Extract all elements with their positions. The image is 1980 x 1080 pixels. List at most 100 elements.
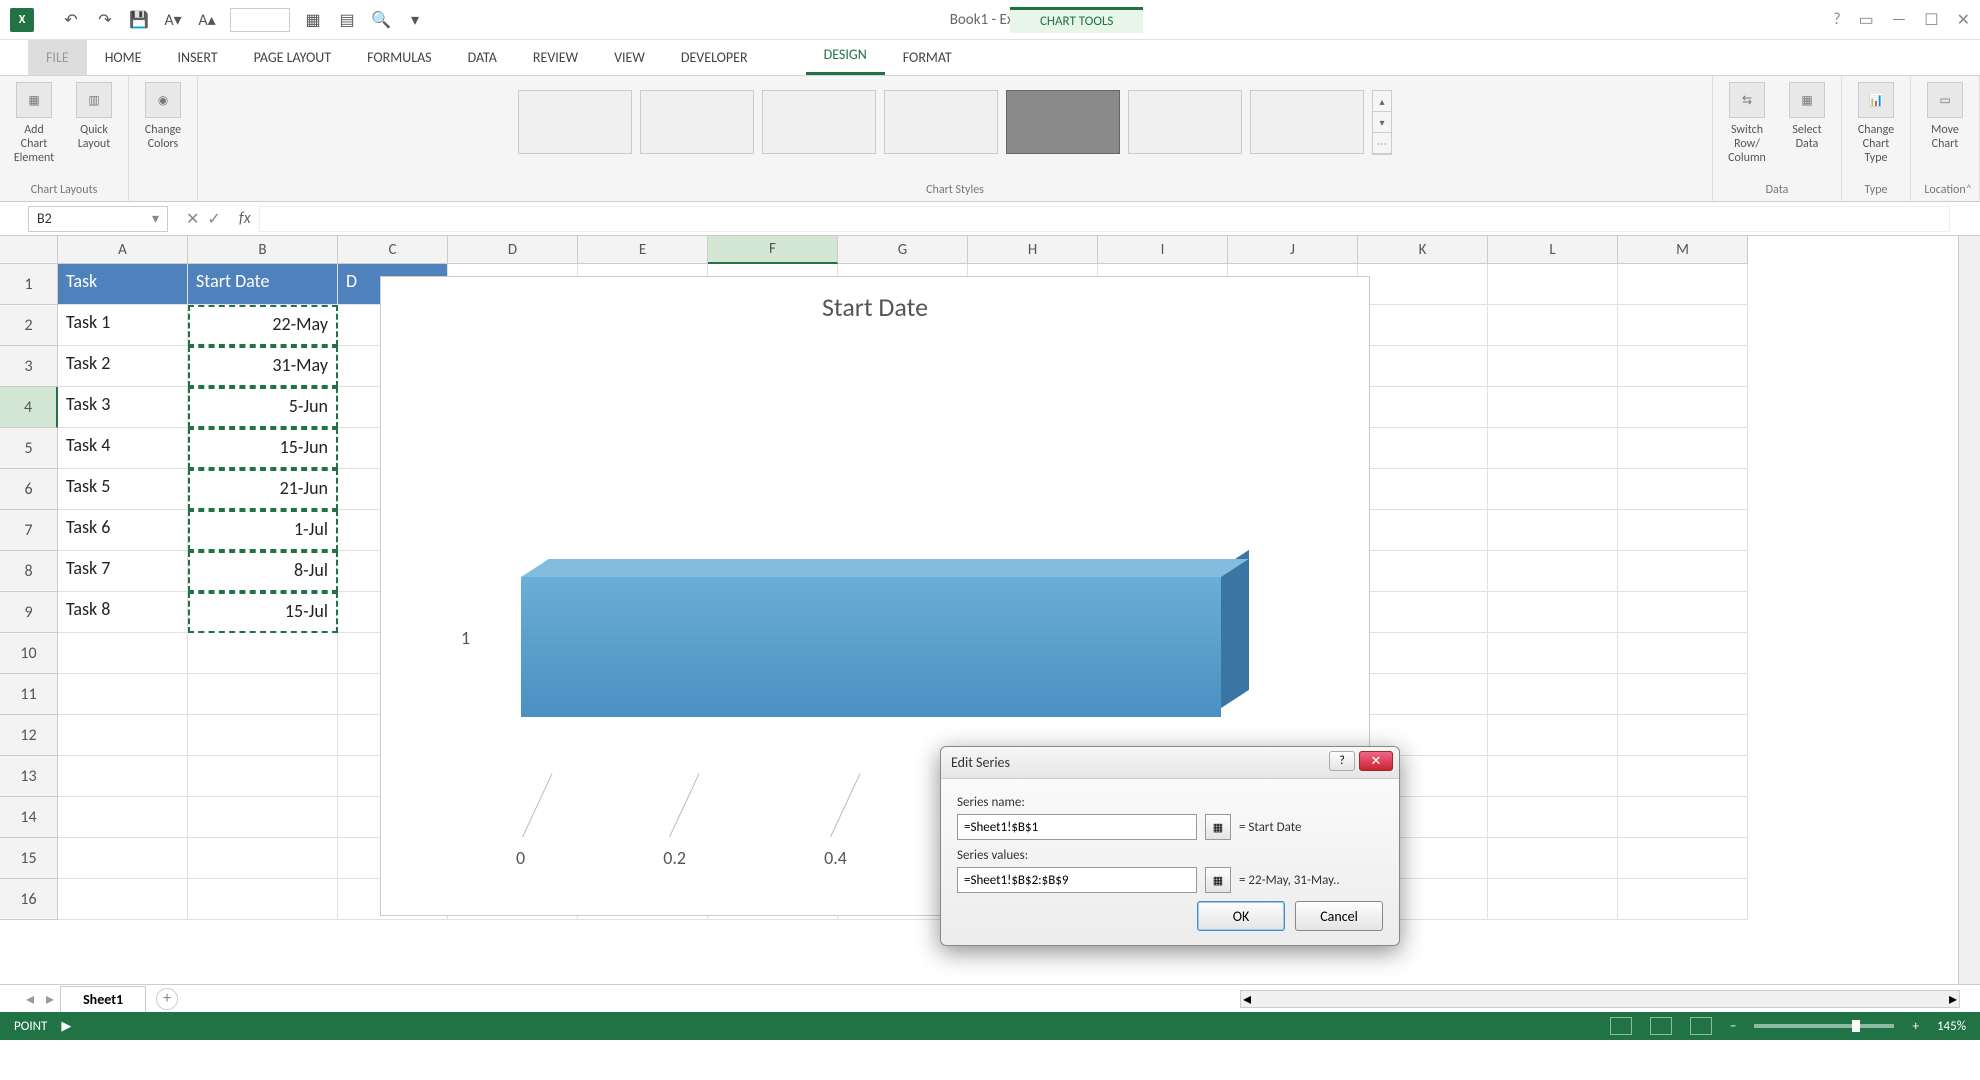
chart-style-thumb[interactable]: [884, 90, 998, 154]
cell[interactable]: [58, 797, 188, 838]
sheet-nav-next-icon[interactable]: ▸: [46, 989, 54, 1009]
cell[interactable]: [1358, 510, 1488, 551]
font-size-combo[interactable]: [230, 8, 290, 32]
row-header[interactable]: 11: [0, 674, 58, 715]
cell[interactable]: 1-Jul: [188, 510, 338, 551]
qat-icon[interactable]: 🔍: [367, 6, 395, 34]
cell[interactable]: [1618, 715, 1748, 756]
cell[interactable]: Task 2: [58, 346, 188, 387]
column-header[interactable]: L: [1488, 236, 1618, 264]
chevron-down-icon[interactable]: ▾: [152, 210, 159, 227]
cell[interactable]: [58, 633, 188, 674]
row-header[interactable]: 9: [0, 592, 58, 633]
dialog-titlebar[interactable]: Edit Series ? ✕: [941, 747, 1399, 779]
cell[interactable]: [1618, 756, 1748, 797]
cell[interactable]: [1618, 592, 1748, 633]
page-layout-view-icon[interactable]: [1650, 1017, 1672, 1035]
cell[interactable]: [1618, 428, 1748, 469]
cell[interactable]: [1488, 510, 1618, 551]
cell[interactable]: [1618, 633, 1748, 674]
cell[interactable]: [1488, 264, 1618, 305]
cell[interactable]: [188, 756, 338, 797]
cell[interactable]: [188, 838, 338, 879]
chart-style-thumb[interactable]: [1128, 90, 1242, 154]
qat-dropdown-icon[interactable]: ▾: [401, 6, 429, 34]
row-header[interactable]: 15: [0, 838, 58, 879]
tab-format[interactable]: FORMAT: [885, 40, 970, 75]
cell[interactable]: [1618, 797, 1748, 838]
font-decrease-button[interactable]: A▾: [159, 6, 187, 34]
cell[interactable]: [1358, 674, 1488, 715]
tab-review[interactable]: REVIEW: [515, 40, 596, 75]
qat-icon[interactable]: ▤: [333, 6, 361, 34]
cell[interactable]: Task 5: [58, 469, 188, 510]
cancel-formula-icon[interactable]: ✕: [186, 209, 199, 229]
redo-button[interactable]: ↷: [91, 6, 119, 34]
cell[interactable]: [1358, 469, 1488, 510]
cell[interactable]: 21-Jun: [188, 469, 338, 510]
cell[interactable]: [58, 674, 188, 715]
save-button[interactable]: 💾: [125, 6, 153, 34]
series-values-input[interactable]: [957, 867, 1197, 893]
cell[interactable]: [1618, 551, 1748, 592]
dialog-help-icon[interactable]: ?: [1329, 751, 1355, 771]
cell[interactable]: Task: [58, 264, 188, 305]
ribbon-options-icon[interactable]: ▭: [1859, 10, 1874, 30]
column-header[interactable]: C: [338, 236, 448, 264]
cell[interactable]: [1488, 674, 1618, 715]
chart-title[interactable]: Start Date: [381, 291, 1369, 323]
cell[interactable]: [1618, 346, 1748, 387]
column-header[interactable]: J: [1228, 236, 1358, 264]
chart-style-thumb-selected[interactable]: [1006, 90, 1120, 154]
cell[interactable]: [1488, 797, 1618, 838]
cell[interactable]: [1618, 305, 1748, 346]
row-header[interactable]: 8: [0, 551, 58, 592]
close-icon[interactable]: ✕: [1957, 10, 1970, 30]
add-sheet-button[interactable]: +: [156, 988, 178, 1010]
column-header[interactable]: G: [838, 236, 968, 264]
chart-style-thumb[interactable]: [762, 90, 876, 154]
cell[interactable]: [1488, 592, 1618, 633]
zoom-out-icon[interactable]: −: [1730, 1019, 1736, 1034]
cell[interactable]: Task 8: [58, 592, 188, 633]
normal-view-icon[interactable]: [1610, 1017, 1632, 1035]
cell[interactable]: [1358, 264, 1488, 305]
tab-file[interactable]: FILE: [28, 40, 87, 75]
enter-formula-icon[interactable]: ✓: [207, 209, 220, 229]
cell[interactable]: Task 7: [58, 551, 188, 592]
column-header[interactable]: H: [968, 236, 1098, 264]
row-header[interactable]: 6: [0, 469, 58, 510]
row-header[interactable]: 1: [0, 264, 58, 305]
cell[interactable]: [1488, 469, 1618, 510]
dialog-close-icon[interactable]: ✕: [1359, 751, 1393, 771]
cell[interactable]: 15-Jun: [188, 428, 338, 469]
help-icon[interactable]: ?: [1833, 10, 1840, 30]
zoom-slider[interactable]: [1754, 1024, 1894, 1028]
switch-row-column-button[interactable]: ⇆Switch Row/ Column: [1723, 82, 1771, 165]
cell[interactable]: [58, 756, 188, 797]
cell[interactable]: [1618, 879, 1748, 920]
cell[interactable]: [1488, 756, 1618, 797]
cell[interactable]: [1618, 838, 1748, 879]
name-box[interactable]: B2▾: [28, 206, 168, 232]
tab-insert[interactable]: INSERT: [160, 40, 236, 75]
cell[interactable]: [1618, 387, 1748, 428]
cell[interactable]: [188, 797, 338, 838]
cell[interactable]: [1358, 428, 1488, 469]
row-header[interactable]: 12: [0, 715, 58, 756]
move-chart-button[interactable]: ▭Move Chart: [1921, 82, 1969, 151]
column-header[interactable]: D: [448, 236, 578, 264]
column-header[interactable]: K: [1358, 236, 1488, 264]
vertical-scrollbar[interactable]: [1958, 236, 1980, 984]
cell[interactable]: [1358, 305, 1488, 346]
tab-home[interactable]: HOME: [87, 40, 160, 75]
column-header[interactable]: I: [1098, 236, 1228, 264]
tab-design[interactable]: DESIGN: [806, 37, 885, 75]
add-chart-element-button[interactable]: ▦Add Chart Element: [10, 82, 58, 165]
chart-style-thumb[interactable]: [640, 90, 754, 154]
chart-style-thumb[interactable]: [1250, 90, 1364, 154]
minimize-icon[interactable]: —: [1892, 10, 1906, 30]
ok-button[interactable]: OK: [1197, 901, 1285, 931]
series-name-input[interactable]: [957, 814, 1197, 840]
cell[interactable]: [1358, 592, 1488, 633]
